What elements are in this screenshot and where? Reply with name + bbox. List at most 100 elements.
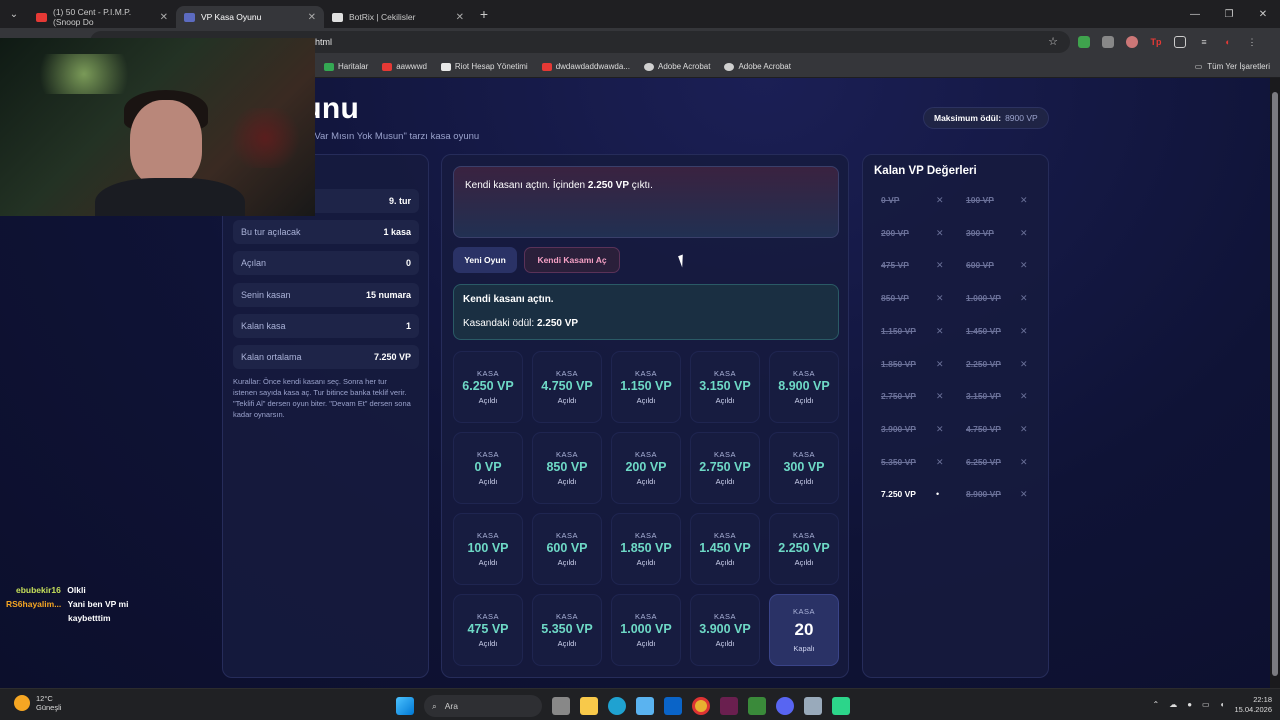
case-value: 475 VP bbox=[467, 622, 509, 637]
case-value: 1.850 VP bbox=[620, 541, 672, 556]
tab-botrix[interactable]: BotRix | Cekilisler ✕ bbox=[324, 6, 472, 28]
case-label: KASA bbox=[555, 369, 578, 379]
bookmark-item[interactable]: Adobe Acrobat bbox=[724, 62, 791, 71]
case-box[interactable]: KASA 2.750 VP Açıldı bbox=[690, 432, 760, 504]
case-box[interactable]: KASA 1.850 VP Açıldı bbox=[611, 513, 681, 585]
scrollbar-thumb[interactable] bbox=[1272, 92, 1278, 676]
tab-search-icon[interactable]: ⌄ bbox=[0, 0, 28, 28]
case-value: 3.150 VP bbox=[699, 379, 751, 394]
remaining-value: 3.900 VP bbox=[881, 423, 916, 434]
display-icon[interactable]: ▭ bbox=[1202, 700, 1210, 709]
case-box[interactable]: KASA 300 VP Açıldı bbox=[769, 432, 839, 504]
menu-icon[interactable]: ⋮ bbox=[1246, 36, 1258, 48]
case-box[interactable]: KASA 600 VP Açıldı bbox=[532, 513, 602, 585]
case-box[interactable]: KASA 475 VP Açıldı bbox=[453, 594, 523, 666]
close-icon[interactable]: ✕ bbox=[456, 12, 464, 23]
bookmark-item[interactable]: Riot Hesap Yönetimi bbox=[440, 62, 528, 71]
case-label: KASA bbox=[634, 369, 657, 379]
vegas-icon[interactable] bbox=[720, 697, 738, 715]
page-scrollbar[interactable] bbox=[1270, 78, 1280, 688]
new-game-button[interactable]: Yeni Oyun bbox=[453, 247, 517, 273]
case-box[interactable]: KASA 3.150 VP Açıldı bbox=[690, 351, 760, 423]
remaining-value: 5.350 VP bbox=[881, 456, 916, 467]
windows-start-icon[interactable] bbox=[396, 697, 414, 715]
case-box[interactable]: KASA 0 VP Açıldı bbox=[453, 432, 523, 504]
app-green-icon[interactable] bbox=[832, 697, 850, 715]
close-icon[interactable]: ✕ bbox=[160, 12, 168, 23]
case-box[interactable]: KASA 100 VP Açıldı bbox=[453, 513, 523, 585]
result-prize-value: 2.250 VP bbox=[536, 318, 579, 329]
chat-text: Yani ben VP mi bbox=[67, 599, 129, 609]
case-box[interactable]: KASA 200 VP Açıldı bbox=[611, 432, 681, 504]
tab-vp-kasa[interactable]: VP Kasa Oyunu ✕ bbox=[176, 6, 324, 28]
discord-icon[interactable] bbox=[776, 697, 794, 715]
minimize-icon[interactable]: — bbox=[1178, 9, 1212, 20]
taskbar-search[interactable]: ⌕ Ara bbox=[424, 695, 542, 717]
message-suffix: çıktı. bbox=[629, 180, 653, 191]
case-box[interactable]: KASA 1.150 VP Açıldı bbox=[611, 351, 681, 423]
bookmark-label: Adobe Acrobat bbox=[738, 62, 791, 71]
close-window-icon[interactable]: ✕ bbox=[1246, 9, 1280, 20]
app-icon[interactable] bbox=[804, 697, 822, 715]
globe-icon bbox=[724, 62, 735, 71]
system-tray: ⌃ ☁ ● ▭ ◖ 22:18 15.04.2026 bbox=[1153, 695, 1273, 715]
case-box[interactable]: KASA 2.250 VP Açıldı bbox=[769, 513, 839, 585]
edge-icon[interactable] bbox=[608, 697, 626, 715]
eliminated-x-icon: ✕ bbox=[936, 423, 944, 434]
case-value: 2.750 VP bbox=[699, 460, 751, 475]
remaining-value: 1.000 VP bbox=[966, 293, 1001, 304]
remaining-value: 4.750 VP bbox=[966, 423, 1001, 434]
case-status: Açıldı bbox=[715, 557, 735, 567]
all-bookmarks[interactable]: ▭ Tüm Yer İşaretleri bbox=[1195, 62, 1270, 71]
chrome-icon[interactable] bbox=[692, 697, 710, 715]
case-label: KASA bbox=[555, 531, 578, 541]
cloud-icon[interactable]: ☁ bbox=[1169, 700, 1177, 709]
puzzle-icon[interactable] bbox=[1174, 36, 1186, 48]
speaker-icon[interactable]: ◖ bbox=[1220, 700, 1225, 709]
file-explorer-icon[interactable] bbox=[580, 697, 598, 715]
case-box[interactable]: KASA 1.000 VP Açıldı bbox=[611, 594, 681, 666]
outlook-icon[interactable] bbox=[664, 697, 682, 715]
new-tab-button[interactable]: + bbox=[472, 6, 496, 22]
stat-remaining-average: Kalan ortalama 7.250 VP bbox=[233, 345, 419, 369]
bookmark-item[interactable]: aawwwd bbox=[382, 62, 427, 71]
remaining-value: 1.850 VP bbox=[881, 358, 916, 369]
clock-time: 22:18 bbox=[1253, 695, 1272, 704]
extensions-area: Tp ≡ ◐ ⋮ bbox=[1078, 28, 1258, 56]
task-view-icon[interactable] bbox=[552, 697, 570, 715]
botrix-icon bbox=[332, 12, 343, 22]
media-icon[interactable]: ≡ bbox=[1198, 36, 1210, 48]
result-prize-label: Kasandaki ödül: bbox=[463, 318, 537, 329]
maximize-icon[interactable]: ❐ bbox=[1212, 9, 1246, 20]
clock[interactable]: 22:18 15.04.2026 bbox=[1234, 695, 1272, 715]
chevron-up-icon[interactable]: ⌃ bbox=[1153, 700, 1160, 709]
shield-icon[interactable] bbox=[1078, 36, 1090, 48]
case-value: 4.750 VP bbox=[541, 379, 593, 394]
case-box[interactable]: KASA 5.350 VP Açıldı bbox=[532, 594, 602, 666]
open-own-box-button[interactable]: Kendi Kasamı Aç bbox=[524, 247, 620, 273]
profile-extension-icon[interactable] bbox=[1126, 36, 1138, 48]
case-box[interactable]: KASA 3.900 VP Açıldı bbox=[690, 594, 760, 666]
tab-youtube[interactable]: (1) 50 Cent - P.I.M.P. (Snoop Do ✕ bbox=[28, 6, 176, 28]
case-value: 1.150 VP bbox=[620, 379, 672, 394]
mic-icon[interactable]: ● bbox=[1187, 700, 1192, 709]
case-box[interactable]: KASA 1.450 VP Açıldı bbox=[690, 513, 760, 585]
bookmark-star-icon[interactable]: ☆ bbox=[1048, 35, 1058, 48]
case-box[interactable]: KASA 4.750 VP Açıldı bbox=[532, 351, 602, 423]
case-box[interactable]: KASA 850 VP Açıldı bbox=[532, 432, 602, 504]
bookmark-item[interactable]: Adobe Acrobat bbox=[643, 62, 710, 71]
case-box[interactable]: KASA 6.250 VP Açıldı bbox=[453, 351, 523, 423]
bookmark-item[interactable]: Haritalar bbox=[324, 62, 368, 71]
case-number: 20 bbox=[794, 620, 814, 639]
extension-icon[interactable] bbox=[1102, 36, 1114, 48]
bookmark-item[interactable]: dwdawdaddwawda... bbox=[541, 62, 630, 71]
profile-avatar-icon[interactable]: ◐ bbox=[1222, 36, 1234, 48]
case-box[interactable]: KASA 8.900 VP Açıldı bbox=[769, 351, 839, 423]
tp-extension-icon[interactable]: Tp bbox=[1150, 36, 1162, 48]
editor-icon[interactable] bbox=[748, 697, 766, 715]
message-amount: 2.250 VP bbox=[587, 180, 630, 191]
close-icon[interactable]: ✕ bbox=[308, 12, 316, 23]
case-box[interactable]: KASA 20 Kapalı bbox=[769, 594, 839, 666]
weather-widget[interactable]: 12°C Güneşli bbox=[14, 694, 61, 713]
store-icon[interactable] bbox=[636, 697, 654, 715]
